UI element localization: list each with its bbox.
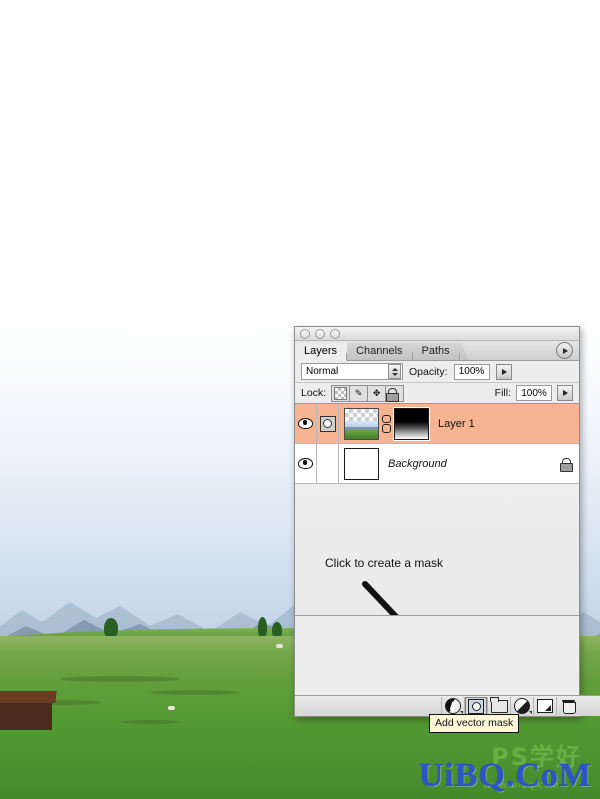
eye-icon — [298, 418, 313, 429]
link-icon[interactable] — [382, 414, 391, 433]
watermark-text: UiBQ.CoM — [418, 757, 592, 794]
add-mask-icon — [468, 698, 484, 714]
field-texture — [60, 676, 180, 682]
new-layer-button[interactable] — [533, 697, 556, 715]
layer-name[interactable]: Background — [388, 458, 447, 470]
eye-icon — [298, 458, 313, 469]
layer-thumbnail[interactable] — [344, 447, 379, 480]
delete-layer-button[interactable] — [556, 697, 579, 715]
blend-mode-row[interactable]: Normal Opacity: 100% — [295, 361, 579, 383]
tree — [104, 618, 118, 638]
fill-input[interactable]: 100% — [516, 385, 552, 401]
tooltip: Add vector mask — [429, 714, 520, 733]
trash-icon — [561, 700, 576, 714]
brush-icon: ✎ — [354, 387, 363, 398]
tab-paths[interactable]: Paths — [412, 343, 460, 360]
checkerboard-icon — [334, 386, 348, 400]
layer-mask-thumbnail[interactable] — [393, 406, 430, 441]
tab-layers[interactable]: Layers — [295, 343, 348, 361]
cow — [276, 644, 283, 648]
lock-label: Lock: — [301, 387, 327, 399]
half-circle-icon — [514, 698, 530, 714]
lock-position-button[interactable]: ✥ — [368, 385, 387, 401]
opacity-label: Opacity: — [409, 365, 448, 378]
lock-icon — [560, 457, 573, 472]
layer-thumbnail[interactable] — [344, 407, 379, 440]
lock-transparent-pixels-button[interactable] — [332, 385, 351, 401]
blend-mode-stepper-icon[interactable] — [388, 364, 401, 379]
panel-menu-icon[interactable] — [556, 342, 573, 359]
lock-image-pixels-button[interactable]: ✎ — [350, 385, 369, 401]
table-row[interactable]: Layer 1 — [295, 404, 579, 444]
hint-text: Click to create a mask — [325, 556, 444, 570]
barn-building — [0, 700, 52, 730]
lock-button-group[interactable]: ✎ ✥ — [331, 384, 405, 402]
table-row[interactable]: Background — [295, 444, 579, 484]
down-right-arrow-icon — [362, 581, 399, 615]
layer-list[interactable]: Layer 1 Background Click to create a mas… — [295, 404, 579, 616]
layer-thumbnails[interactable] — [339, 406, 430, 441]
add-layer-mask-button[interactable] — [464, 697, 487, 715]
field-texture — [120, 720, 180, 724]
lock-row[interactable]: Lock: ✎ ✥ Fill: 100% — [295, 383, 579, 404]
blend-mode-value: Normal — [306, 366, 339, 377]
new-page-icon — [537, 699, 553, 713]
panel-title-bar[interactable] — [295, 327, 579, 341]
opacity-input[interactable]: 100% — [453, 363, 490, 380]
move-cross-icon: ✥ — [372, 387, 381, 398]
layer-mask-link-cell[interactable] — [317, 444, 339, 483]
layer-mask-link-cell[interactable] — [317, 404, 339, 443]
layer-name[interactable]: Layer 1 — [438, 418, 475, 430]
layer-style-button[interactable] — [441, 697, 464, 715]
layer-visibility-toggle[interactable] — [295, 404, 317, 443]
layers-panel[interactable]: Layers Channels Paths Normal Opacity: 10… — [294, 326, 600, 717]
close-dot-icon[interactable] — [300, 328, 310, 339]
tree — [258, 617, 267, 638]
layer-visibility-toggle[interactable] — [295, 444, 317, 483]
panel-tab-strip[interactable]: Layers Channels Paths — [295, 341, 579, 361]
zoom-dot-icon[interactable] — [330, 328, 340, 339]
layer-thumbnails[interactable] — [339, 447, 379, 480]
layer-list-empty-area: Click to create a mask — [295, 484, 579, 615]
layers-bottom-toolbar[interactable] — [295, 695, 600, 716]
blend-mode-select[interactable]: Normal — [301, 363, 403, 380]
chevron-down-icon — [529, 711, 532, 714]
cow — [168, 706, 175, 710]
fx-circle-icon — [445, 698, 461, 714]
fill-slider-arrow-icon[interactable] — [557, 385, 573, 401]
new-adjustment-layer-button[interactable] — [510, 697, 533, 715]
opacity-slider-arrow-icon[interactable] — [495, 363, 512, 380]
folder-icon — [490, 696, 508, 713]
lock-icon — [386, 387, 400, 402]
mask-badge-icon — [319, 415, 336, 432]
thumb-grass — [345, 429, 378, 439]
new-group-button[interactable] — [487, 696, 510, 715]
minimize-dot-icon[interactable] — [315, 328, 325, 339]
fill-label: Fill: — [494, 387, 511, 399]
tab-channels[interactable]: Channels — [347, 343, 413, 360]
lock-all-button[interactable] — [386, 385, 404, 402]
field-texture — [150, 690, 240, 695]
